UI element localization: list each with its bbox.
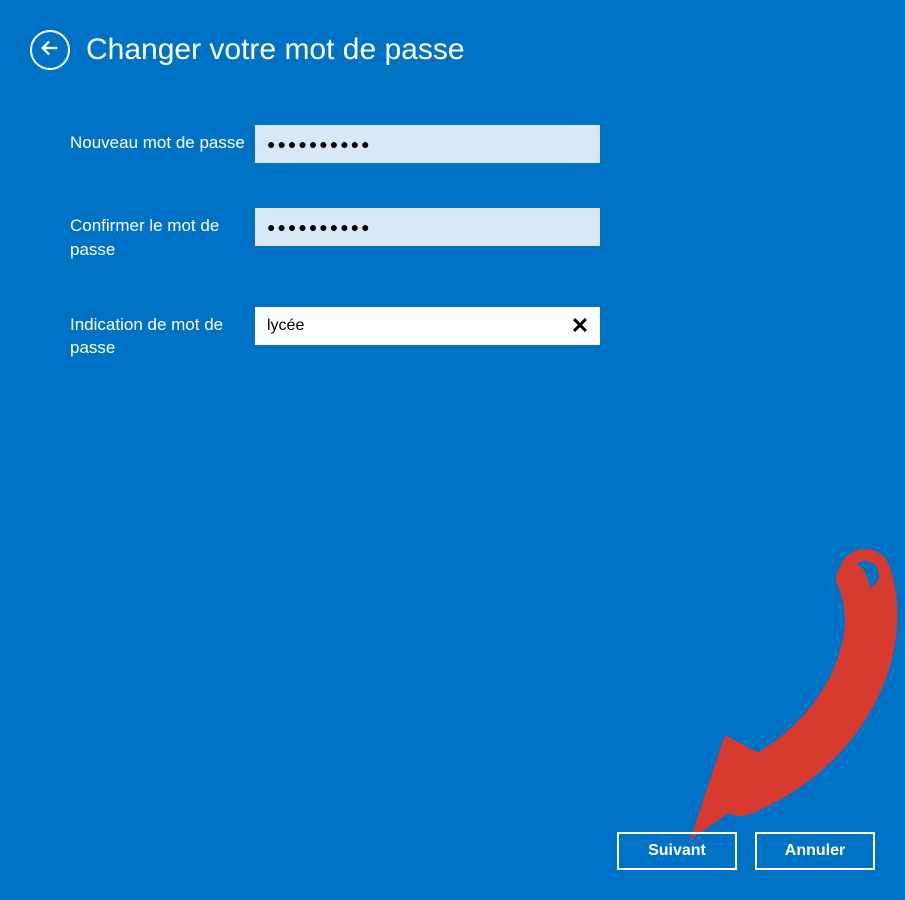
new-password-label: Nouveau mot de passe	[70, 125, 255, 155]
password-hint-label: Indication de mot de passe	[70, 307, 255, 361]
annotation-arrow-icon	[590, 530, 905, 850]
confirm-password-label: Confirmer le mot de passe	[70, 208, 255, 262]
next-button[interactable]: Suivant	[617, 832, 737, 870]
cancel-button[interactable]: Annuler	[755, 832, 875, 870]
close-icon: ✕	[571, 313, 589, 339]
new-password-input[interactable]	[255, 125, 600, 163]
back-arrow-icon	[39, 37, 61, 64]
confirm-password-input[interactable]	[255, 208, 600, 246]
back-button[interactable]	[30, 30, 70, 70]
page-title: Changer votre mot de passe	[86, 33, 465, 67]
password-hint-input[interactable]	[255, 307, 600, 345]
clear-hint-button[interactable]: ✕	[566, 312, 594, 340]
password-form: Nouveau mot de passe Confirmer le mot de…	[0, 70, 905, 360]
